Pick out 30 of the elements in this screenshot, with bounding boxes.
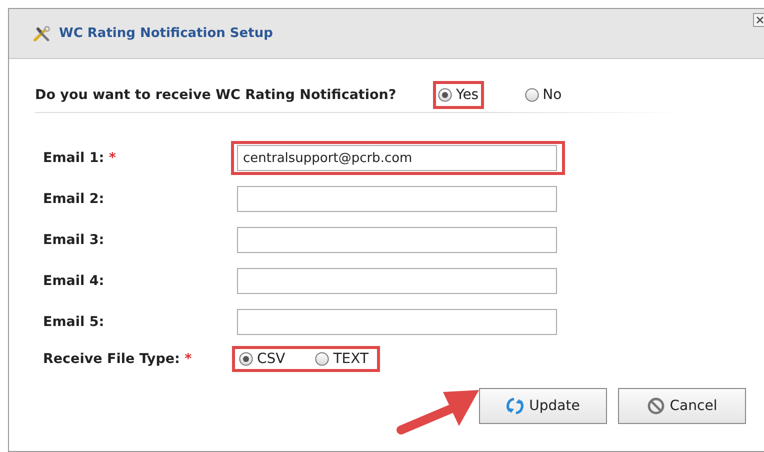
field-label: Email 4:: [43, 273, 104, 289]
email-field[interactable]: [237, 309, 557, 335]
field-label: Email 3:: [43, 232, 104, 248]
close-button[interactable]: [753, 13, 764, 27]
radio-button[interactable]: [315, 352, 330, 366]
update-button[interactable]: Update: [479, 388, 607, 424]
radio-label: CSV: [257, 351, 286, 367]
close-icon: [756, 16, 764, 24]
email-field[interactable]: centralsupport@pcrb.com: [237, 145, 557, 171]
field-label: Email 2:: [43, 191, 104, 207]
prohibited-icon: [646, 397, 665, 415]
email-field[interactable]: [237, 186, 557, 212]
email-field[interactable]: [237, 268, 557, 294]
radio-label: TEXT: [333, 351, 369, 367]
email-field[interactable]: [237, 227, 557, 253]
required-mark: *: [108, 150, 116, 166]
field-label: Email 1:: [43, 150, 104, 166]
cancel-button[interactable]: Cancel: [618, 388, 746, 424]
field-label: Receive File Type:: [43, 351, 180, 367]
tools-icon: [33, 26, 51, 42]
field-label: Email 5:: [43, 314, 104, 330]
refresh-icon: [506, 397, 524, 415]
radio-label: No: [542, 87, 562, 103]
radio-button[interactable]: [524, 88, 539, 102]
required-mark: *: [184, 351, 192, 367]
dialog-title: WC Rating Notification Setup: [59, 26, 273, 41]
radio-button[interactable]: [438, 88, 452, 102]
radio-label: Yes: [456, 87, 479, 103]
question-label: Do you want to receive WC Rating Notification?: [35, 87, 398, 103]
radio-button[interactable]: [239, 352, 253, 366]
